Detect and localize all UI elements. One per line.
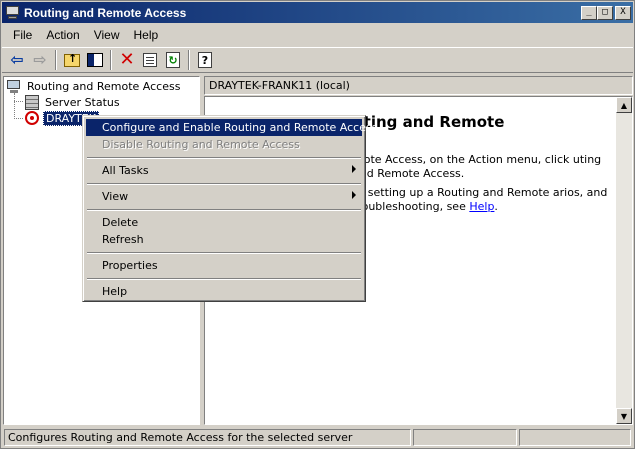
forward-button[interactable]: ⇨ bbox=[29, 49, 51, 71]
menu-separator bbox=[86, 274, 362, 283]
help-button[interactable]: ? bbox=[194, 49, 216, 71]
help-paragraph-end: . bbox=[494, 200, 498, 213]
tree-connector bbox=[14, 118, 23, 119]
window-title: Routing and Remote Access bbox=[24, 5, 187, 20]
menu-delete[interactable]: Delete bbox=[86, 214, 362, 231]
welcome-instructions: mote Access, on the Action menu, click u… bbox=[353, 153, 602, 180]
tree-node-root[interactable]: Routing and Remote Access bbox=[7, 78, 182, 94]
status-text: Configures Routing and Remote Access for… bbox=[4, 429, 411, 446]
menu-item-label: Configure and Enable Routing and Remote … bbox=[102, 121, 378, 134]
server-status-icon bbox=[25, 94, 39, 110]
server-stopped-icon bbox=[25, 111, 39, 125]
menu-item-label: Disable Routing and Remote Access bbox=[102, 138, 300, 151]
delete-button[interactable]: ✕ bbox=[116, 49, 138, 71]
menu-view[interactable]: View bbox=[86, 188, 362, 205]
mmc-window: Routing and Remote Access _ □ X File Act… bbox=[0, 0, 635, 449]
tree-connector bbox=[14, 101, 23, 102]
close-button[interactable]: X bbox=[615, 5, 631, 20]
menu-help-item[interactable]: Help bbox=[86, 283, 362, 300]
scroll-down-button[interactable]: ▼ bbox=[616, 408, 632, 424]
menu-action[interactable]: Action bbox=[39, 26, 86, 44]
menu-help[interactable]: Help bbox=[127, 26, 166, 44]
help-link[interactable]: Help bbox=[469, 200, 494, 213]
menu-configure-enable[interactable]: Configure and Enable Routing and Remote … bbox=[86, 119, 377, 136]
menu-item-label: Help bbox=[102, 285, 128, 298]
toolbar-separator bbox=[110, 50, 112, 70]
back-button[interactable]: ⇦ bbox=[6, 49, 28, 71]
properties-icon bbox=[143, 53, 157, 67]
menu-item-label: View bbox=[102, 190, 129, 203]
tree-connector bbox=[14, 93, 15, 119]
menu-separator bbox=[86, 179, 362, 188]
toolbar-separator bbox=[55, 50, 57, 70]
tree-node-label: Server Status bbox=[45, 95, 120, 109]
up-one-level-button[interactable] bbox=[61, 49, 83, 71]
minimize-button[interactable]: _ bbox=[581, 5, 597, 20]
menu-refresh[interactable]: Refresh bbox=[86, 231, 362, 248]
forward-arrow-icon: ⇨ bbox=[33, 50, 47, 69]
menu-item-label: Delete bbox=[102, 216, 139, 229]
menu-item-label: Properties bbox=[102, 259, 158, 272]
menu-bar: File Action View Help bbox=[2, 25, 633, 45]
menu-disable: Disable Routing and Remote Access bbox=[86, 136, 362, 153]
properties-button[interactable] bbox=[139, 49, 161, 71]
title-bar[interactable]: Routing and Remote Access _ □ X bbox=[2, 2, 633, 23]
submenu-arrow-icon bbox=[352, 165, 356, 173]
menu-item-label: All Tasks bbox=[102, 164, 149, 177]
refresh-button[interactable]: ↻ bbox=[162, 49, 184, 71]
maximize-button[interactable]: □ bbox=[597, 5, 613, 20]
menu-all-tasks[interactable]: All Tasks bbox=[86, 162, 362, 179]
back-arrow-icon: ⇦ bbox=[10, 50, 24, 69]
status-panel-2 bbox=[412, 429, 518, 446]
menu-properties[interactable]: Properties bbox=[86, 257, 362, 274]
show-hide-tree-button[interactable] bbox=[84, 49, 106, 71]
menu-item-label: Refresh bbox=[102, 233, 144, 246]
menu-file[interactable]: File bbox=[6, 26, 39, 44]
status-panel-3 bbox=[519, 429, 631, 446]
menu-separator bbox=[86, 248, 362, 257]
tree-node-label: Routing and Remote Access bbox=[27, 79, 181, 93]
up-one-level-icon bbox=[64, 52, 80, 67]
vertical-scrollbar[interactable]: ▲ ▼ bbox=[616, 97, 632, 424]
menu-separator bbox=[86, 153, 362, 162]
refresh-icon: ↻ bbox=[166, 52, 180, 68]
tree-node-server-status[interactable]: Server Status bbox=[25, 94, 122, 110]
toolbar: ⇦ ⇨ ✕ ↻ ? bbox=[2, 47, 633, 73]
menu-separator bbox=[86, 205, 362, 214]
context-menu: Configure and Enable Routing and Remote … bbox=[82, 115, 377, 302]
delete-icon: ✕ bbox=[119, 49, 135, 70]
scroll-up-button[interactable]: ▲ bbox=[616, 97, 632, 113]
app-computer-icon[interactable] bbox=[5, 5, 21, 21]
show-hide-tree-icon bbox=[87, 53, 103, 67]
status-bar: Configures Routing and Remote Access for… bbox=[2, 428, 633, 447]
submenu-arrow-icon bbox=[352, 191, 356, 199]
right-pane-header: DRAYTEK-FRANK11 (local) bbox=[204, 76, 633, 95]
help-icon: ? bbox=[198, 52, 212, 68]
toolbar-separator bbox=[188, 50, 190, 70]
welcome-help-paragraph: ut setting up a Routing and Remote arios… bbox=[353, 186, 615, 214]
computer-icon bbox=[7, 79, 21, 93]
menu-view[interactable]: View bbox=[87, 26, 127, 44]
